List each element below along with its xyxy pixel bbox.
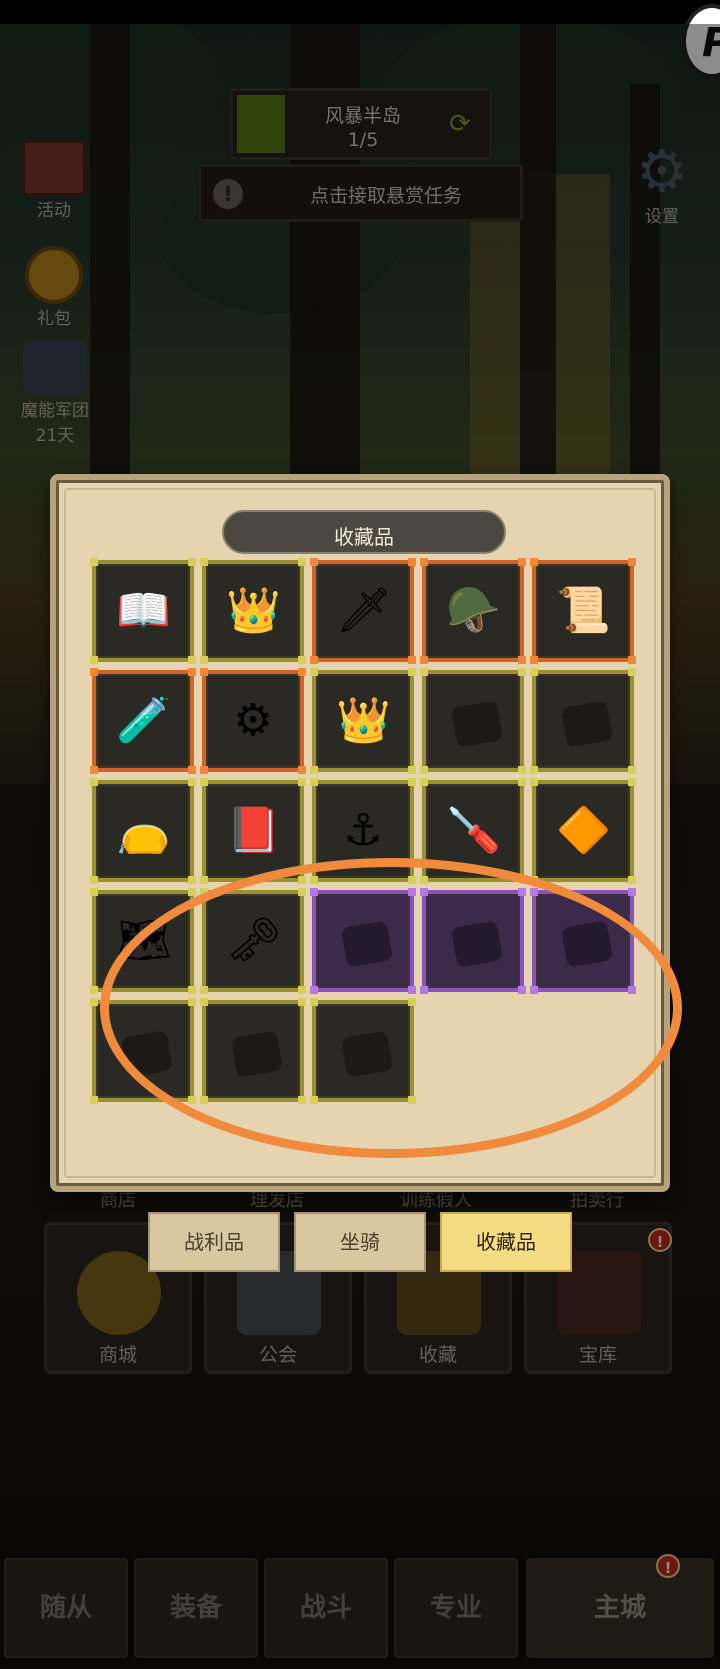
collectible-slot[interactable]: 🔶 [530, 778, 636, 884]
tome-icon: 📕 [226, 805, 281, 856]
collectible-slot[interactable] [420, 888, 526, 994]
crown-helmet-icon: 🪖 [446, 585, 501, 636]
collectible-slot[interactable] [530, 888, 636, 994]
winged-sword-icon: 🗡 [336, 585, 392, 636]
locked-item-icon [340, 1030, 394, 1078]
collectible-slot[interactable] [90, 998, 196, 1104]
book-icon: 📖 [116, 585, 171, 636]
collectible-slot[interactable]: 🗺 [90, 888, 196, 994]
potion-icon: 🧪 [116, 695, 171, 746]
status-bar [0, 0, 720, 24]
collectible-slot[interactable]: ⚙ [200, 668, 306, 774]
collectible-slot[interactable] [310, 888, 416, 994]
collectible-slot[interactable]: ⚓ [310, 778, 416, 884]
locked-item-icon [340, 920, 394, 968]
collectible-slot[interactable]: 🗝 [200, 888, 306, 994]
collectible-slot[interactable]: 👑 [310, 668, 416, 774]
pouch-icon: 👝 [116, 805, 171, 856]
locked-item-icon [120, 1030, 174, 1078]
locked-item-icon [450, 920, 504, 968]
gear-orb-icon: ⚙ [233, 695, 273, 746]
collectibles-modal: 收藏品 📖 👑 🗡 🪖 📜 🧪 ⚙ 👑 👝 📕 ⚓ 🪛 🔶 🗺 🗝 [50, 474, 670, 1192]
collectible-slot[interactable]: 👝 [90, 778, 196, 884]
collectible-slot[interactable] [420, 668, 526, 774]
locked-item-icon [450, 700, 504, 748]
tab-loot[interactable]: 战利品 [148, 1212, 280, 1272]
ornate-key-icon: 🗝 [226, 915, 282, 966]
collectible-slot[interactable] [200, 998, 306, 1104]
scroll-feather-icon: 📜 [556, 585, 611, 636]
collectible-slot[interactable]: 📕 [200, 778, 306, 884]
collectible-slot[interactable]: 🧪 [90, 668, 196, 774]
collectible-slot[interactable]: 🪖 [420, 558, 526, 664]
collectible-slot[interactable] [530, 668, 636, 774]
amber-gem-icon: 🔶 [556, 805, 611, 856]
collectible-slot[interactable] [310, 998, 416, 1104]
collectible-slot[interactable]: 👑 [200, 558, 306, 664]
collectible-slot[interactable]: 📜 [530, 558, 636, 664]
modal-title-banner: 收藏品 [222, 510, 506, 554]
map-icon: 🗺 [116, 915, 172, 966]
locked-item-icon [560, 920, 614, 968]
screwdriver-icon: 🪛 [446, 805, 501, 856]
modal-title: 收藏品 [334, 525, 394, 549]
collectible-slot[interactable]: 📖 [90, 558, 196, 664]
locked-item-icon [560, 700, 614, 748]
collectible-slot[interactable]: 🪛 [420, 778, 526, 884]
royal-crown-icon: 👑 [336, 695, 391, 746]
gold-helmet-icon: 👑 [226, 585, 281, 636]
collectible-slot[interactable]: 🗡 [310, 558, 416, 664]
locked-item-icon [230, 1030, 284, 1078]
tab-mounts[interactable]: 坐骑 [294, 1212, 426, 1272]
tab-collectibles[interactable]: 收藏品 [440, 1212, 572, 1272]
hook-icon: ⚓ [343, 805, 383, 856]
